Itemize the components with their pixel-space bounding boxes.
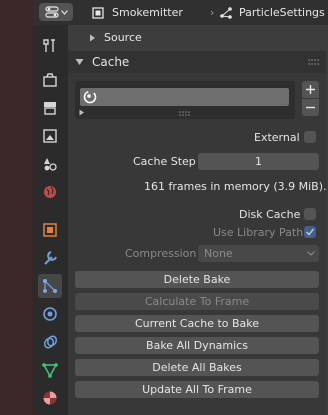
render-icon [43,73,57,87]
tab-scene[interactable] [38,152,62,176]
list-resize-grip-icon[interactable] [179,111,191,116]
tab-tool[interactable] [38,34,62,58]
properties-editor-icon [44,6,59,18]
tool-icon [43,39,55,52]
material-icon [43,391,57,405]
external-label: External [254,131,300,144]
editor-type-button[interactable] [39,3,73,21]
delete-all-bakes-button[interactable]: Delete All Bakes [75,359,319,376]
cache-list [75,81,295,119]
view-layer-icon [43,129,57,143]
chevron-down-icon [307,251,315,256]
tab-view-layer[interactable] [38,124,62,148]
properties-header: Smokemitter › ParticleSettings [33,0,328,25]
bake-all-dynamics-button[interactable]: Bake All Dynamics [75,337,319,354]
update-all-to-frame-label: Update All To Frame [142,383,252,396]
tab-object[interactable] [38,218,62,242]
particle-settings-icon [220,6,232,19]
calculate-to-frame-button[interactable]: Calculate To Frame [75,293,319,310]
add-cache-button[interactable] [302,81,319,98]
modifier-icon [44,251,57,265]
tab-output[interactable] [38,96,62,120]
update-all-to-frame-button[interactable]: Update All To Frame [75,381,319,398]
delete-all-bakes-label: Delete All Bakes [152,361,242,374]
constraints-icon [43,335,58,349]
disk-cache-checkbox[interactable] [304,208,316,220]
bake-all-dynamics-label: Bake All Dynamics [146,339,248,352]
properties-tab-bar [33,25,68,415]
frames-in-memory-info: 161 frames in memory (3.9 MiB). [144,180,327,193]
filter-options-chevron-icon[interactable] [79,109,85,116]
use-library-path-checkbox[interactable] [304,226,316,238]
pointcache-icon [83,90,97,104]
object-name: Smokemitter [112,6,183,19]
use-library-path-label: Use Library Path [213,226,304,239]
tab-modifier[interactable] [38,246,62,270]
data-icon [42,363,58,378]
chevron-down-icon [75,59,84,65]
checkmark-icon [305,228,315,236]
physics-icon [43,307,57,321]
current-cache-to-bake-label: Current Cache to Bake [134,317,260,330]
cache-list-item[interactable] [80,88,289,106]
source-subpanel-label: Source [104,31,142,44]
cache-step-label: Cache Step [133,155,196,168]
external-checkbox[interactable] [304,131,316,143]
tab-physics[interactable] [38,302,62,326]
remove-cache-button[interactable] [302,99,319,116]
compression-dropdown[interactable]: None [198,245,319,262]
cache-panel-header[interactable]: Cache [68,51,326,73]
source-subpanel-header[interactable]: Source [68,25,328,50]
settings-name: ParticleSettings [239,6,325,19]
current-cache-to-bake-button[interactable]: Current Cache to Bake [75,315,319,332]
world-icon [44,186,56,198]
compression-value: None [204,247,233,260]
particles-icon [43,279,57,293]
compression-label: Compression [125,247,197,260]
cache-panel-body: External Cache Step 1 161 frames in memo… [68,73,326,415]
breadcrumb-chevron: › [210,6,215,19]
cache-panel-label: Cache [92,55,130,69]
tab-data[interactable] [38,358,62,382]
cache-step-value: 1 [255,155,262,168]
disk-cache-label: Disk Cache [239,208,301,221]
minus-icon [306,106,315,109]
tab-constraints[interactable] [38,330,62,354]
breadcrumb-object[interactable]: Smokemitter [91,0,183,25]
chevron-down-icon [60,9,68,15]
output-icon [44,102,56,115]
tab-world[interactable] [38,180,62,204]
delete-bake-label: Delete Bake [163,273,231,286]
delete-bake-button[interactable]: Delete Bake [75,271,319,288]
plus-icon [306,85,315,94]
properties-main: Source Cache External Cache Step 1 161 f… [68,25,328,415]
tab-particles[interactable] [38,274,62,298]
cache-step-field[interactable]: 1 [198,153,319,170]
chevron-right-icon [90,34,95,41]
breadcrumb-particle-settings[interactable]: ParticleSettings [219,0,325,25]
scene-icon [44,158,57,171]
viewport-edge [0,0,33,415]
tab-material[interactable] [38,386,62,410]
object-cube-icon [92,6,104,19]
tab-render[interactable] [38,68,62,92]
calculate-to-frame-label: Calculate To Frame [144,295,250,308]
object-icon [43,223,57,237]
drag-handle-icon[interactable] [308,58,320,66]
